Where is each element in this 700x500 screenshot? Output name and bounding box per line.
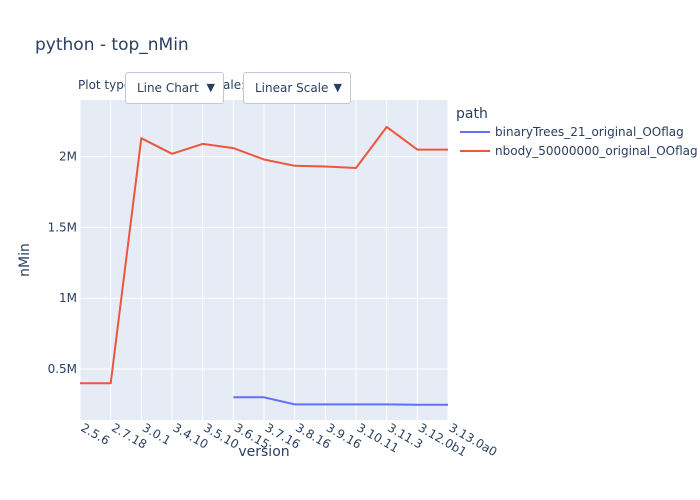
x-tick-label: 2.5.6 <box>79 420 112 447</box>
y-tick-label: 2M <box>59 150 77 164</box>
y-tick-label: 1M <box>59 291 77 305</box>
x-axis-title: version <box>238 444 289 460</box>
y-axis-ticks: 0.5M 1M 1.5M 2M <box>48 150 77 376</box>
y-axis-title: nMin <box>17 243 33 277</box>
scale-value: Linear Scale <box>255 81 329 95</box>
plot-type-value: Line Chart <box>137 81 199 95</box>
legend-label[interactable]: nbody_50000000_original_OOflag <box>495 144 698 158</box>
chevron-down-icon: ▼ <box>333 81 342 94</box>
y-tick-label: 0.5M <box>48 362 77 376</box>
scale-dropdown[interactable]: Linear Scale ▼ <box>243 72 351 104</box>
scale-label: ale: <box>223 78 246 92</box>
legend-title: path <box>456 106 488 122</box>
y-tick-label: 1.5M <box>48 220 77 234</box>
plot-type-dropdown[interactable]: Line Chart ▼ <box>125 72 224 104</box>
chevron-down-icon: ▼ <box>206 81 215 94</box>
legend-label[interactable]: binaryTrees_21_original_OOflag <box>495 125 684 139</box>
plot-type-label: Plot type <box>78 78 132 92</box>
chart-title: python - top_nMin <box>35 35 189 55</box>
legend[interactable]: binaryTrees_21_original_OOflag nbody_5000… <box>460 125 698 158</box>
